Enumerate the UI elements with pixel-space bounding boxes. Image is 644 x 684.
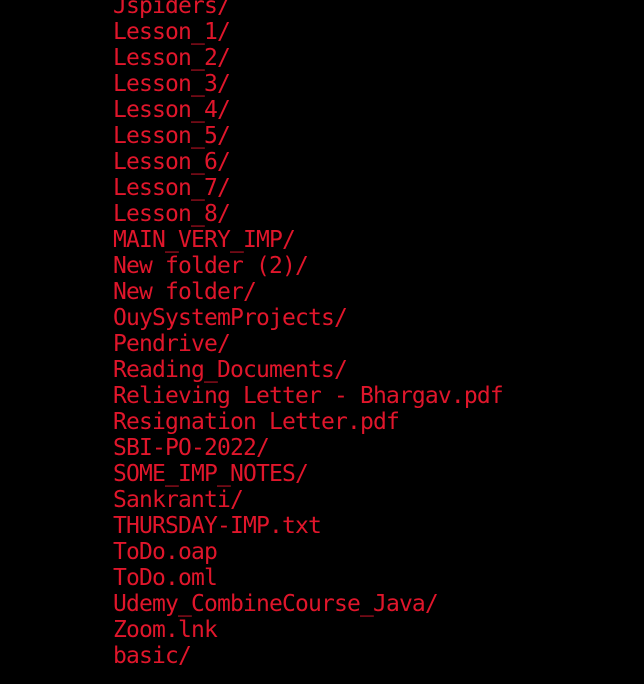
directory-entry-main-very-imp: MAIN_VERY_IMP/ <box>113 227 296 253</box>
directory-entry-reading-documents: Reading_Documents/ <box>113 357 348 383</box>
directory-entry-lesson-7: Lesson_7/ <box>113 175 231 201</box>
directory-entry-lesson-6: Lesson_6/ <box>113 149 231 175</box>
file-entry-todo-oml: ToDo.oml <box>113 565 218 591</box>
directory-entry-new-folder: New folder/ <box>113 279 257 305</box>
directory-entry-udemy-combinecourse-java: Udemy_CombineCourse_Java/ <box>113 591 439 617</box>
file-entry-thursday-imp: THURSDAY-IMP.txt <box>113 513 322 539</box>
file-entry-resignation-letter: Resignation Letter.pdf <box>113 409 400 435</box>
terminal-window[interactable]: Jspiders/ Lesson_1/ Lesson_2/ Lesson_3/ … <box>0 0 644 684</box>
directory-entry-lesson-5: Lesson_5/ <box>113 123 231 149</box>
directory-entry-ouysystemprojects: OuySystemProjects/ <box>113 305 348 331</box>
directory-entry-lesson-2: Lesson_2/ <box>113 45 231 71</box>
directory-entry-pendrive: Pendrive/ <box>113 331 231 357</box>
directory-entry-basic: basic/ <box>113 643 192 669</box>
file-entry-zoom-lnk: Zoom.lnk <box>113 617 218 643</box>
file-entry-relieving-letter: Relieving Letter - Bhargav.pdf <box>113 383 504 409</box>
file-entry-todo-oap: ToDo.oap <box>113 539 218 565</box>
directory-entry-lesson-4: Lesson_4/ <box>113 97 231 123</box>
directory-entry-jspiders: Jspiders/ <box>113 0 231 19</box>
directory-entry-lesson-8: Lesson_8/ <box>113 201 231 227</box>
directory-entry-new-folder-2: New folder (2)/ <box>113 253 309 279</box>
directory-entry-sankranti: Sankranti/ <box>113 487 244 513</box>
directory-entry-lesson-1: Lesson_1/ <box>113 19 231 45</box>
directory-entry-some-imp-notes: SOME_IMP_NOTES/ <box>113 461 309 487</box>
directory-entry-lesson-3: Lesson_3/ <box>113 71 231 97</box>
directory-entry-sbi-po-2022: SBI-PO-2022/ <box>113 435 270 461</box>
directory-listing: Jspiders/ Lesson_1/ Lesson_2/ Lesson_3/ … <box>113 0 504 669</box>
